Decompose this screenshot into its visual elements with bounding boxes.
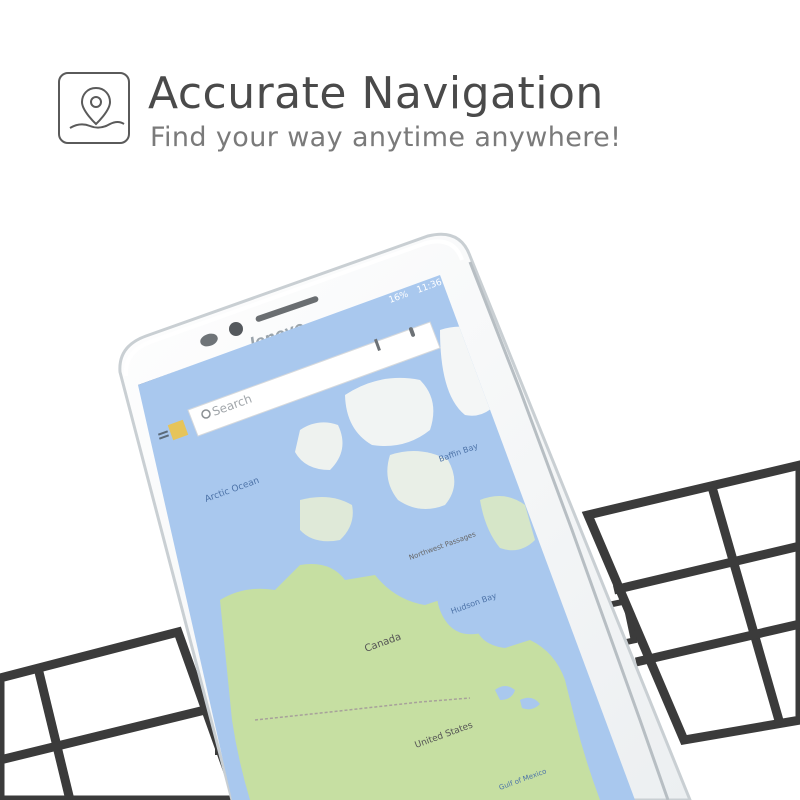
hero-illustration: lenovo 16% 11:36 Search: [0, 232, 800, 800]
